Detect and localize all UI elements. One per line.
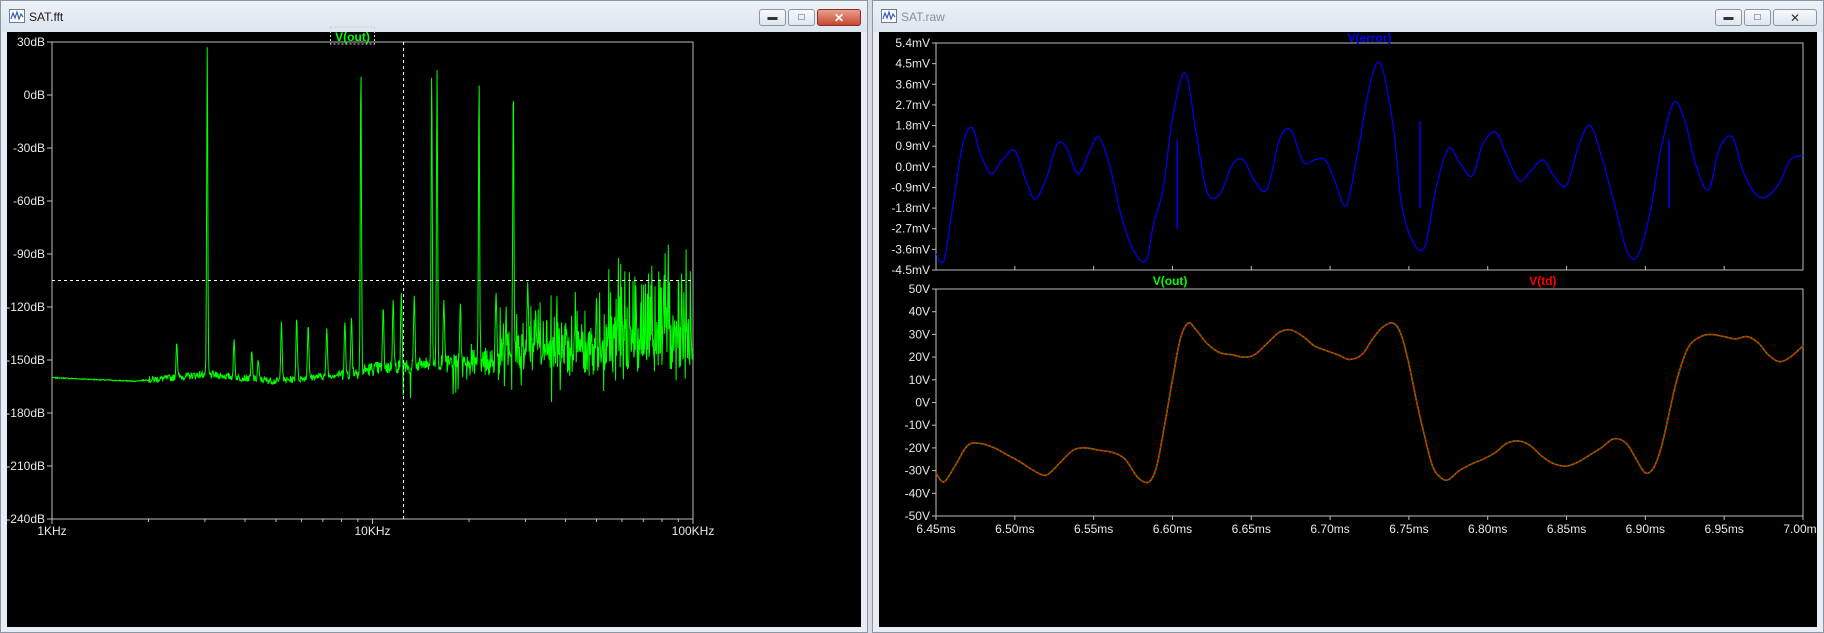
minimize-button[interactable]: ▬ xyxy=(759,9,786,26)
voltage-plot-frame xyxy=(935,288,1804,517)
y-tick-label: 50V xyxy=(909,282,930,296)
x-tick-label: 6.70ms xyxy=(1310,522,1349,536)
y-tick-label: -150dB xyxy=(6,353,45,367)
y-tick-label: 30V xyxy=(909,327,930,341)
y-tick-label: 5.4mV xyxy=(895,36,930,50)
maximize-button[interactable]: □ xyxy=(788,9,815,26)
y-tick-label: -50V xyxy=(905,509,930,523)
y-tick-label: 0dB xyxy=(24,88,45,102)
vtd-trace xyxy=(935,322,1804,484)
trace-label-vout: V(out) xyxy=(1153,274,1188,288)
y-tick-label: 40V xyxy=(909,305,930,319)
x-tick-label: 6.85ms xyxy=(1547,522,1586,536)
y-tick-label: 0.0mV xyxy=(895,160,930,174)
y-tick-label: 20V xyxy=(909,350,930,364)
y-tick-label: 10V xyxy=(909,373,930,387)
y-tick-label: 4.5mV xyxy=(895,57,930,71)
vout-trace xyxy=(935,322,1804,484)
y-tick-label: 0.9mV xyxy=(895,139,930,153)
raw-window-titlebar[interactable]: SAT.raw ▬ □ ✕ xyxy=(873,1,1823,32)
x-tick-label: 6.95ms xyxy=(1705,522,1744,536)
y-tick-label: -120dB xyxy=(6,300,45,314)
window-title: SAT.fft xyxy=(29,10,64,24)
trace-label-vout: V(out) xyxy=(335,30,370,44)
y-tick-label: -60dB xyxy=(13,194,45,208)
close-icon: ✕ xyxy=(1789,10,1801,25)
x-tick-label: 6.60ms xyxy=(1153,522,1192,536)
minimize-icon: ▬ xyxy=(1723,12,1734,23)
close-button[interactable]: ✕ xyxy=(817,9,861,26)
y-tick-label: 2.7mV xyxy=(895,98,930,112)
x-tick-label: 1KHz xyxy=(37,524,66,538)
x-tick-label: 6.55ms xyxy=(1074,522,1113,536)
close-button[interactable]: ✕ xyxy=(1773,9,1817,26)
minimize-icon: ▬ xyxy=(767,12,778,23)
y-tick-label: -1.8mV xyxy=(891,201,930,215)
error-plot-frame xyxy=(935,42,1804,271)
fft-window: SAT.fft ▬ □ ✕ 30dB 0dB -30dB -60dB -90dB -120… xyxy=(0,0,868,633)
x-tick-label: 7.00ms xyxy=(1783,522,1822,536)
y-tick-label: -20V xyxy=(905,441,930,455)
maximize-icon: □ xyxy=(798,12,805,23)
transient-plot[interactable]: 5.4mV 4.5mV 3.6mV 2.7mV 1.8mV 0.9mV 0.0mV -0.9m… xyxy=(879,31,1822,629)
trace-label-vtd: V(td) xyxy=(1529,274,1556,288)
fft-window-titlebar[interactable]: SAT.fft ▬ □ ✕ xyxy=(1,1,867,32)
x-tick-label: 6.45ms xyxy=(916,522,955,536)
x-tick-label: 6.90ms xyxy=(1626,522,1665,536)
x-tick-label: 6.75ms xyxy=(1389,522,1428,536)
fft-plot-pane[interactable]: 30dB 0dB -30dB -60dB -90dB -120dB -150dB -180dB… xyxy=(6,26,863,629)
fft-trace-vout xyxy=(51,47,694,403)
fft-plot[interactable]: 30dB 0dB -30dB -60dB -90dB -120dB -150dB -180dB… xyxy=(6,26,863,629)
waveform-app-icon xyxy=(881,9,897,23)
window-title: SAT.raw xyxy=(901,10,945,24)
y-tick-label: -90dB xyxy=(13,247,45,261)
x-tick-label: 6.50ms xyxy=(995,522,1034,536)
raw-plot-pane[interactable]: 5.4mV 4.5mV 3.6mV 2.7mV 1.8mV 0.9mV 0.0mV -0.9m… xyxy=(879,31,1823,629)
x-tick-label: 100KHz xyxy=(672,524,715,538)
close-icon: ✕ xyxy=(833,10,845,25)
error-trace xyxy=(935,61,1804,264)
y-tick-label: -210dB xyxy=(6,459,45,473)
y-tick-label: 1.8mV xyxy=(895,119,930,133)
x-tick-label: 10KHz xyxy=(354,524,390,538)
minimize-button[interactable]: ▬ xyxy=(1715,9,1742,26)
y-tick-label: -0.9mV xyxy=(891,180,930,194)
y-tick-label: -40V xyxy=(905,486,930,500)
y-tick-label: -4.5mV xyxy=(891,263,930,277)
trace-label-verror: V(error) xyxy=(1347,31,1391,45)
x-tick-label: 6.65ms xyxy=(1232,522,1271,536)
y-tick-label: -180dB xyxy=(6,406,45,420)
y-tick-label: 30dB xyxy=(17,35,45,49)
y-tick-label: 0V xyxy=(915,396,930,410)
y-tick-label: -3.6mV xyxy=(891,242,930,256)
x-tick-label: 6.80ms xyxy=(1468,522,1507,536)
y-tick-label: -30dB xyxy=(13,141,45,155)
raw-window: SAT.raw ▬ □ ✕ 5.4mV 4.5mV 3.6mV 2.7mV 1.8mV 0… xyxy=(872,0,1824,633)
maximize-icon: □ xyxy=(1754,12,1761,23)
maximize-button[interactable]: □ xyxy=(1744,9,1771,26)
y-tick-label: -30V xyxy=(905,464,930,478)
y-tick-label: -2.7mV xyxy=(891,222,930,236)
y-tick-label: 3.6mV xyxy=(895,77,930,91)
waveform-app-icon xyxy=(9,9,25,23)
y-tick-label: -10V xyxy=(905,418,930,432)
